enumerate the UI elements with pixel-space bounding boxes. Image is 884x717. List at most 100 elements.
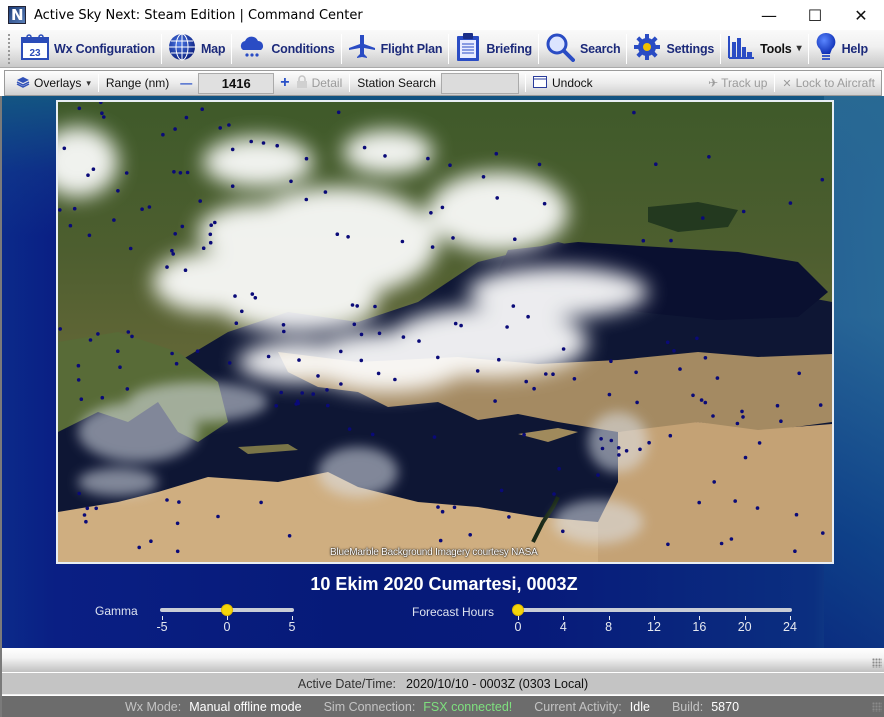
weather-station-marker[interactable] [513,237,517,241]
weather-station-marker[interactable] [599,437,603,441]
weather-station-marker[interactable] [339,382,343,386]
weather-station-marker[interactable] [216,514,220,519]
weather-station-marker[interactable] [429,211,433,215]
maximize-button[interactable]: ☐ [792,0,838,30]
weather-station-marker[interactable] [635,400,639,405]
weather-station-marker[interactable] [383,154,387,158]
weather-station-marker[interactable] [77,106,82,111]
weather-station-marker[interactable] [359,358,364,363]
weather-station-marker[interactable] [87,233,92,238]
weather-station-marker[interactable] [755,506,760,510]
weather-station-marker[interactable] [347,427,352,431]
weather-station-marker[interactable] [177,500,181,504]
weather-station-marker[interactable] [208,232,213,237]
weather-station-marker[interactable] [96,332,100,336]
weather-station-marker[interactable] [85,506,90,511]
weather-station-marker[interactable] [544,372,548,376]
weather-station-marker[interactable] [699,398,704,402]
weather-station-marker[interactable] [170,248,174,253]
station-search-input[interactable] [440,72,519,94]
weather-station-marker[interactable] [616,446,621,450]
weather-station-marker[interactable] [62,146,67,151]
weather-station-marker[interactable] [350,303,355,307]
weather-station-marker[interactable] [638,447,642,452]
range-increase-button[interactable]: + [274,74,295,92]
weather-station-marker[interactable] [208,240,213,245]
resize-grip-icon[interactable] [872,702,882,712]
weather-station-marker[interactable] [185,170,190,175]
weather-station-marker[interactable] [250,292,255,296]
weather-station-marker[interactable] [171,252,175,256]
minimize-button[interactable]: — [746,0,792,30]
weather-station-marker[interactable] [436,355,440,360]
weather-station-marker[interactable] [703,400,708,405]
weather-station-marker[interactable] [440,509,445,514]
weather-station-marker[interactable] [173,232,177,236]
weather-station-marker[interactable] [632,110,636,115]
weather-station-marker[interactable] [326,403,330,408]
weather-station-marker[interactable] [617,453,621,457]
weather-station-marker[interactable] [88,338,93,342]
weather-station-marker[interactable] [376,371,381,376]
briefing-button[interactable]: Briefing [449,32,538,66]
weather-station-marker[interactable] [261,141,266,145]
weather-station-marker[interactable] [233,294,237,298]
weather-station-marker[interactable] [100,395,105,400]
weather-station-marker[interactable] [669,238,673,243]
weather-station-marker[interactable] [542,201,547,206]
weather-station-marker[interactable] [304,156,309,161]
weather-station-marker[interactable] [227,361,232,365]
weather-station-marker[interactable] [184,115,189,120]
track-up-button[interactable]: ✈ Track up [703,72,772,94]
weather-station-marker[interactable] [452,505,457,510]
close-button[interactable]: ✕ [838,0,884,30]
weather-station-marker[interactable] [499,488,504,493]
gamma-slider-thumb[interactable] [221,604,233,616]
weather-station-marker[interactable] [76,378,81,382]
weather-station-marker[interactable] [609,359,613,364]
weather-station-marker[interactable] [213,220,217,225]
weather-station-marker[interactable] [230,184,235,188]
weather-station-marker[interactable] [551,372,555,377]
weather-station-marker[interactable] [72,206,77,211]
weather-station-marker[interactable] [757,441,762,445]
weather-station-marker[interactable] [174,361,179,366]
forecast-slider-track[interactable] [516,608,792,612]
weather-station-marker[interactable] [511,304,516,308]
weather-station-marker[interactable] [170,351,174,356]
weather-station-marker[interactable] [172,170,176,174]
weather-station-marker[interactable] [275,143,279,148]
weather-station-marker[interactable] [227,123,231,127]
weather-station-marker[interactable] [118,365,122,370]
weather-station-marker[interactable] [289,179,293,184]
weather-station-marker[interactable] [100,111,104,115]
weather-station-marker[interactable] [200,107,204,111]
search-button[interactable]: Search [539,32,627,66]
weather-station-marker[interactable] [393,377,397,382]
weather-station-marker[interactable] [665,340,670,345]
weather-station-marker[interactable] [561,529,565,534]
weather-station-marker[interactable] [336,110,341,115]
weather-station-marker[interactable] [295,399,300,404]
weather-station-marker[interactable] [102,115,106,119]
weather-station-marker[interactable] [178,171,183,175]
overlays-dropdown[interactable]: Overlays ▾ [11,72,96,94]
weather-station-marker[interactable] [475,369,480,373]
weather-station-marker[interactable] [282,329,286,334]
weather-station-marker[interactable] [818,403,823,407]
weather-station-marker[interactable] [440,205,445,210]
weather-station-marker[interactable] [249,139,253,144]
weather-station-marker[interactable] [733,499,737,503]
toolbar-grip[interactable] [8,33,11,64]
weather-station-marker[interactable] [453,321,458,326]
weather-station-marker[interactable] [691,393,695,398]
weather-station-marker[interactable] [707,155,711,159]
weather-station-marker[interactable] [552,492,556,496]
weather-station-marker[interactable] [175,549,180,554]
weather-station-marker[interactable] [91,167,96,171]
weather-station-marker[interactable] [58,208,62,212]
weather-station-marker[interactable] [253,296,258,300]
weather-station-marker[interactable] [94,506,98,511]
weather-station-marker[interactable] [161,132,165,137]
weather-station-marker[interactable] [259,500,263,505]
